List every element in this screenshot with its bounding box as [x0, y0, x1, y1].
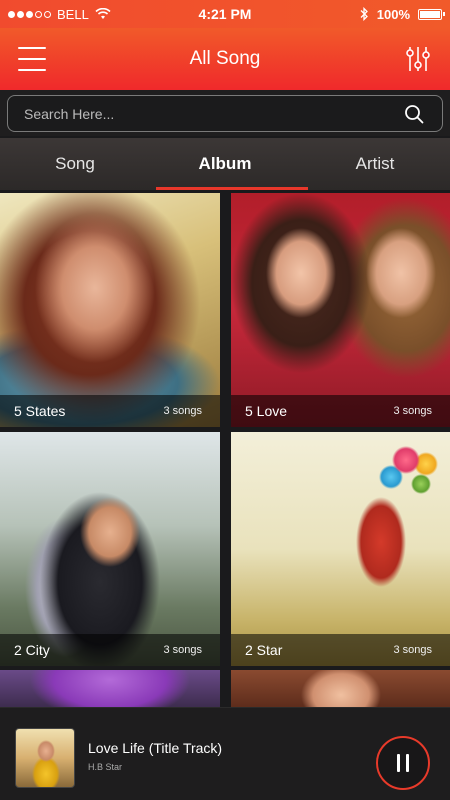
album-cover-image	[0, 193, 220, 427]
album-cover-image	[0, 432, 220, 666]
search-icon[interactable]	[404, 104, 424, 124]
status-right: 100%	[292, 6, 445, 22]
album-name: 2 City	[14, 642, 50, 658]
album-caption: 2 Star 3 songs	[231, 634, 450, 666]
carrier-name: BELL	[57, 6, 89, 22]
album-caption: 5 Love 3 songs	[231, 395, 450, 427]
search-bar	[7, 95, 443, 132]
page-title: All Song	[189, 48, 261, 69]
pause-button[interactable]	[376, 736, 430, 790]
album-card[interactable]: 5 States 3 songs	[0, 193, 220, 427]
battery-percent: 100%	[376, 6, 410, 22]
now-playing-thumbnail	[15, 728, 75, 788]
album-cover-image	[231, 670, 450, 710]
equalizer-icon[interactable]	[406, 45, 430, 73]
album-cover-image	[231, 432, 450, 666]
clock: 4:21 PM	[198, 6, 252, 22]
album-caption: 2 City 3 songs	[0, 634, 220, 666]
album-name: 2 Star	[245, 642, 283, 658]
pause-icon	[397, 754, 400, 772]
search-input[interactable]	[24, 105, 384, 122]
bluetooth-icon	[360, 7, 368, 21]
album-card[interactable]	[231, 670, 450, 710]
album-card[interactable]: 5 Love 3 songs	[231, 193, 450, 427]
now-playing-bar[interactable]: Love Life (Title Track) H.B Star	[0, 707, 450, 800]
album-card[interactable]	[0, 670, 220, 710]
album-song-count: 3 songs	[163, 644, 202, 656]
album-song-count: 3 songs	[393, 644, 432, 656]
app-header: All Song	[0, 28, 450, 90]
tab-artist[interactable]: Artist	[300, 138, 450, 190]
album-cover-image	[231, 193, 450, 427]
signal-strength-icon	[8, 10, 51, 18]
battery-icon	[418, 8, 445, 20]
hamburger-menu-icon[interactable]	[18, 47, 46, 71]
album-caption: 5 States 3 songs	[0, 395, 220, 427]
status-left: BELL	[8, 7, 158, 22]
tab-song[interactable]: Song	[0, 138, 150, 190]
album-cover-image	[0, 670, 220, 710]
search-area	[0, 90, 450, 136]
album-card[interactable]: 2 Star 3 songs	[231, 432, 450, 666]
status-bar: BELL 4:21 PM 100%	[0, 0, 450, 28]
album-song-count: 3 songs	[393, 405, 432, 417]
tab-album[interactable]: Album	[150, 138, 308, 190]
track-title: Love Life (Title Track)	[88, 740, 223, 756]
album-card[interactable]: 2 City 3 songs	[0, 432, 220, 666]
album-grid: 5 States 3 songs 5 Love 3 songs 2 City 3…	[0, 190, 450, 710]
album-name: 5 States	[14, 403, 66, 419]
album-name: 5 Love	[245, 403, 288, 419]
album-song-count: 3 songs	[163, 405, 202, 417]
tab-bar: Song Album Artist	[0, 138, 450, 190]
wifi-icon	[95, 8, 111, 19]
track-artist: H.B Star	[88, 762, 123, 772]
